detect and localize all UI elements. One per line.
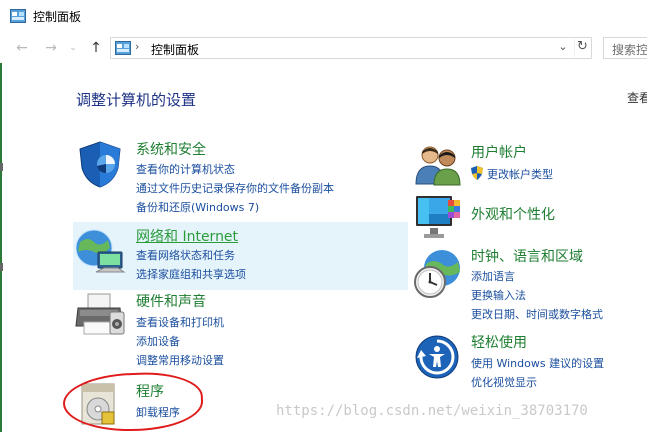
annotation-circle — [62, 370, 204, 432]
watermark-text: https://blog.csdn.net/weixin_38703170 — [276, 403, 588, 419]
link-file-history-backup[interactable]: 通过文件历史记录保存你的文件备份副本 — [136, 180, 334, 196]
address-bar[interactable]: › 控制面板 ⌄ ↻ — [110, 37, 592, 59]
shield-icon[interactable] — [76, 140, 124, 188]
search-placeholder: 搜索控 — [612, 43, 647, 57]
control-panel-icon — [115, 41, 131, 55]
back-arrow-icon[interactable]: ← — [14, 40, 30, 56]
link-windows-recommended-settings[interactable]: 使用 Windows 建议的设置 — [471, 355, 604, 371]
window-edge — [0, 63, 4, 432]
category-title-ease-of-access[interactable]: 轻松使用 — [471, 332, 527, 352]
ease-of-access-icon[interactable] — [414, 334, 460, 380]
link-check-computer-status[interactable]: 查看你的计算机状态 — [136, 161, 235, 177]
monitor-icon[interactable] — [414, 194, 462, 242]
link-change-input-method[interactable]: 更换输入法 — [471, 287, 526, 303]
category-title-system-security[interactable]: 系统和安全 — [136, 139, 206, 159]
users-icon[interactable] — [414, 144, 462, 186]
search-input[interactable]: 搜索控 — [603, 37, 647, 59]
refresh-icon[interactable]: ↻ — [574, 39, 590, 57]
control-panel-icon — [10, 9, 26, 23]
view-by-label[interactable]: 查看 — [627, 89, 647, 106]
link-add-device[interactable]: 添加设备 — [136, 333, 180, 349]
network-globe-icon[interactable] — [74, 226, 126, 278]
link-homegroup-sharing[interactable]: 选择家庭组和共享选项 — [136, 266, 246, 282]
category-title-network-internet[interactable]: 网络和 Internet — [136, 226, 238, 246]
breadcrumb-separator[interactable]: › — [135, 40, 139, 53]
up-arrow-icon[interactable]: ↑ — [88, 40, 104, 56]
page-title: 调整计算机的设置 — [76, 91, 197, 109]
link-mobility-settings[interactable]: 调整常用移动设置 — [136, 352, 224, 368]
uac-shield-icon — [471, 166, 483, 180]
link-change-account-type[interactable]: 更改帐户类型 — [487, 166, 553, 182]
category-title-user-accounts[interactable]: 用户帐户 — [471, 142, 527, 162]
category-title-hardware-sound[interactable]: 硬件和声音 — [136, 291, 206, 311]
navigation-bar: ← → ⌄ ↑ › 控制面板 ⌄ ↻ 搜索控 — [0, 33, 647, 63]
category-title-appearance[interactable]: 外观和个性化 — [471, 204, 555, 224]
link-add-language[interactable]: 添加语言 — [471, 268, 515, 284]
link-devices-printers[interactable]: 查看设备和打印机 — [136, 314, 224, 330]
link-network-status-tasks[interactable]: 查看网络状态和任务 — [136, 247, 235, 263]
link-optimize-visual-display[interactable]: 优化视觉显示 — [471, 374, 537, 390]
printer-icon[interactable] — [74, 292, 126, 342]
breadcrumb-control-panel[interactable]: 控制面板 — [151, 41, 199, 58]
forward-arrow-icon[interactable]: → — [43, 40, 59, 56]
link-backup-restore[interactable]: 备份和还原(Windows 7) — [136, 199, 259, 215]
clock-globe-icon[interactable] — [412, 248, 464, 300]
window-title: 控制面板 — [33, 10, 82, 24]
recent-dropdown-icon[interactable]: ⌄ — [65, 40, 81, 56]
address-dropdown-icon[interactable]: ⌄ — [555, 40, 571, 56]
title-bar: 控制面板 — [0, 0, 647, 33]
category-title-clock-language-region[interactable]: 时钟、语言和区域 — [471, 246, 583, 266]
link-change-date-time-format[interactable]: 更改日期、时间或数字格式 — [471, 306, 603, 322]
